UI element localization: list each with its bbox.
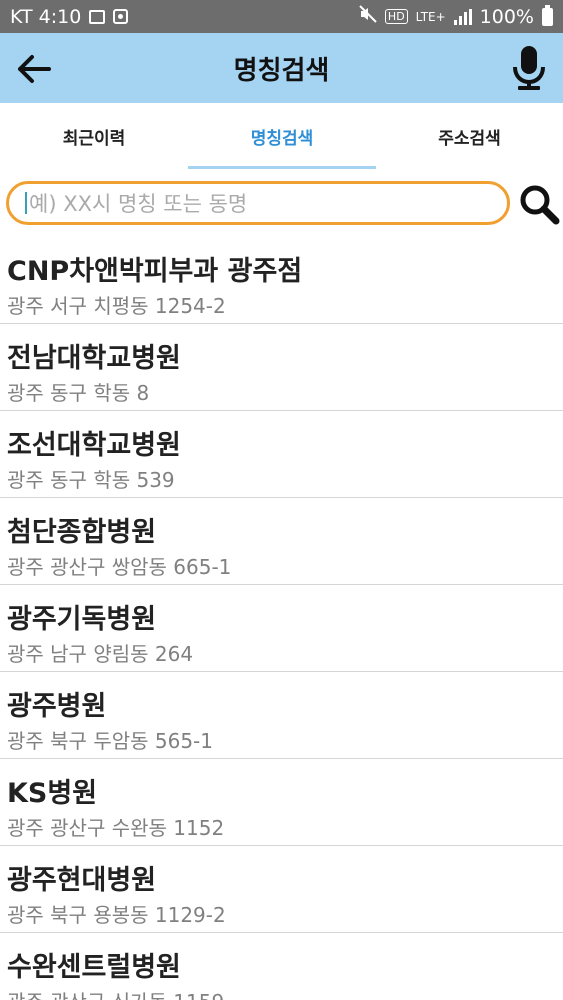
status-right: HD LTE+ 100%: [359, 4, 553, 28]
list-item[interactable]: 광주기독병원 광주 남구 양림동 264: [0, 585, 563, 672]
place-name: 광주현대병원: [7, 865, 157, 896]
voice-search-button[interactable]: [509, 43, 549, 93]
tab-bar: 최근이력 명칭검색 주소검색: [0, 103, 563, 169]
hd-badge: HD: [384, 9, 408, 24]
search-placeholder: 예) XX시 명칭 또는 동명: [29, 192, 248, 216]
list-item[interactable]: CNP차앤박피부과 광주점 광주 서구 치평동 1254-2: [0, 237, 563, 324]
back-button[interactable]: [12, 47, 56, 91]
battery-percent: 100%: [479, 5, 534, 28]
back-arrow-icon: [18, 55, 51, 83]
search-row: 예) XX시 명칭 또는 동명: [0, 169, 563, 239]
place-address: 광주 동구 학동 539: [7, 468, 175, 492]
list-item[interactable]: 전남대학교병원 광주 동구 학동 8: [0, 324, 563, 411]
result-list: CNP차앤박피부과 광주점 광주 서구 치평동 1254-2 전남대학교병원 광…: [0, 237, 563, 1000]
place-address: 광주 서구 치평동 1254-2: [7, 294, 226, 318]
place-name: KS병원: [7, 778, 98, 809]
screen-record-icon: [113, 9, 129, 24]
search-input[interactable]: 예) XX시 명칭 또는 동명: [6, 181, 510, 225]
status-left: KT 4:10: [10, 5, 129, 28]
app-bar: 명칭검색: [0, 33, 563, 103]
place-address: 광주 남구 양림동 264: [7, 642, 194, 666]
place-address: 광주 동구 학동 8: [7, 381, 150, 405]
page-title: 명칭검색: [233, 55, 330, 86]
status-bar: KT 4:10 HD LTE+ 100%: [0, 0, 563, 33]
place-name: CNP차앤박피부과 광주점: [7, 256, 303, 287]
place-name: 광주기독병원: [7, 604, 157, 635]
place-address: 광주 북구 용봉동 1129-2: [7, 903, 226, 927]
place-name: 전남대학교병원: [7, 343, 181, 374]
tab-name-search[interactable]: 명칭검색: [188, 103, 376, 169]
search-icon: [520, 185, 560, 225]
list-item[interactable]: 조선대학교병원 광주 동구 학동 539: [0, 411, 563, 498]
battery-icon: [542, 4, 553, 26]
search-button[interactable]: [516, 181, 562, 227]
tab-address-search[interactable]: 주소검색: [376, 103, 563, 169]
place-address: 광주 광산구 수완동 1152: [7, 816, 225, 840]
carrier-time: KT 4:10: [10, 5, 82, 28]
list-item[interactable]: 광주병원 광주 북구 두암동 565-1: [0, 672, 563, 759]
place-name: 광주병원: [7, 691, 107, 722]
place-name: 수완센트럴병원: [7, 952, 181, 983]
place-name: 첨단종합병원: [7, 517, 157, 548]
image-icon: [89, 9, 106, 24]
place-name: 조선대학교병원: [7, 430, 181, 461]
list-item[interactable]: 광주현대병원 광주 북구 용봉동 1129-2: [0, 846, 563, 933]
mute-icon: [359, 5, 377, 28]
tab-recent-history[interactable]: 최근이력: [0, 103, 188, 169]
list-item[interactable]: 첨단종합병원 광주 광산구 쌍암동 665-1: [0, 498, 563, 585]
network-type: LTE+: [415, 9, 446, 24]
signal-icon: [453, 8, 472, 25]
list-item[interactable]: KS병원 광주 광산구 수완동 1152: [0, 759, 563, 846]
place-address: 광주 광산구 신가동 1159: [7, 986, 224, 1000]
text-cursor: [25, 192, 27, 214]
place-address: 광주 광산구 쌍암동 665-1: [7, 555, 232, 579]
place-address: 광주 북구 두암동 565-1: [7, 729, 213, 753]
microphone-icon: [513, 46, 545, 90]
list-item[interactable]: 수완센트럴병원 광주 광산구 신가동 1159: [0, 933, 563, 1000]
